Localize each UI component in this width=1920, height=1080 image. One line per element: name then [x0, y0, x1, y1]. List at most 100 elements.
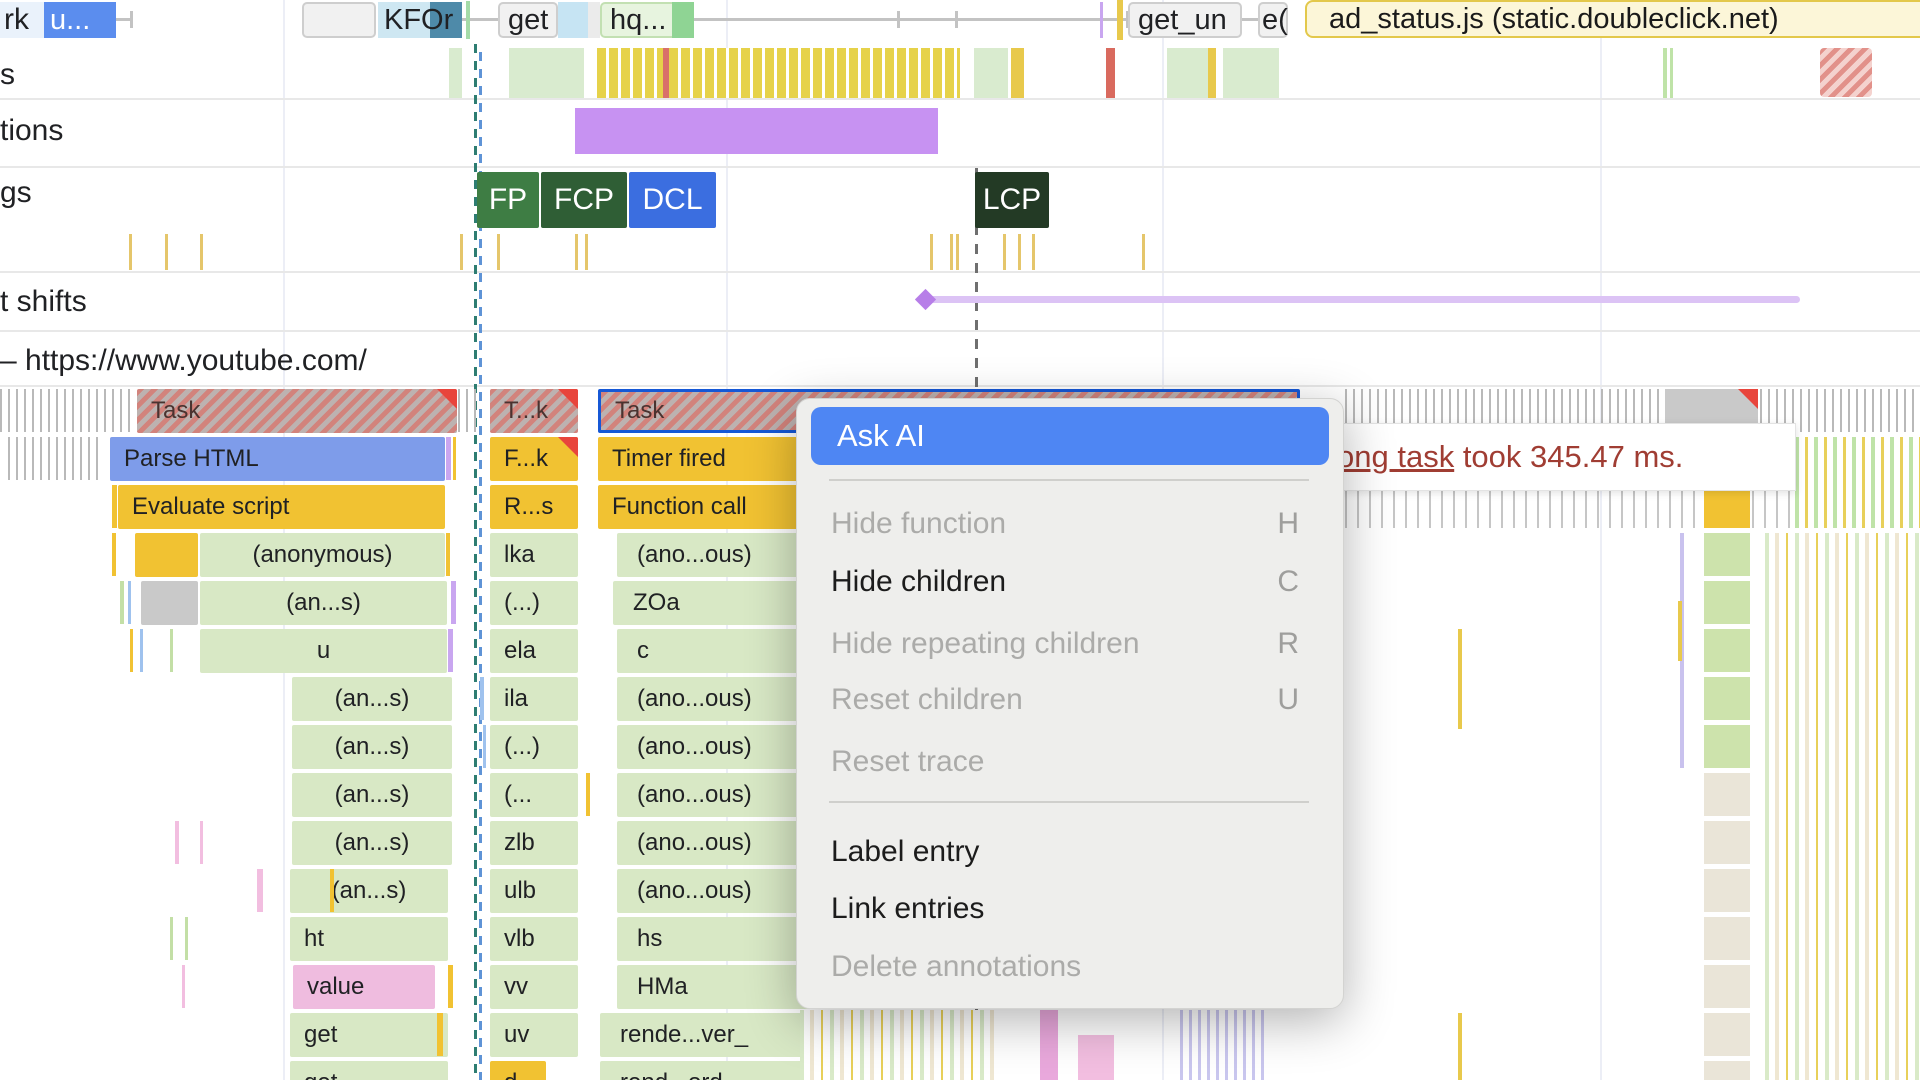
flame-entry[interactable] [135, 533, 198, 577]
activity-sliver [140, 629, 143, 672]
flame-entry[interactable]: u [200, 629, 447, 673]
flame-entry-label: u [317, 637, 330, 665]
activity-stripes [1765, 533, 1920, 1080]
network-request-hq[interactable]: hq... [600, 2, 672, 38]
track-separator [0, 166, 1920, 168]
network-request-selected[interactable]: u... [44, 2, 116, 38]
gridline [1600, 0, 1602, 1080]
flame-entry-label: (an...s) [335, 685, 410, 713]
flame-entry-label: (an...s) [335, 781, 410, 809]
menu-item-ask-ai[interactable]: Ask AI [811, 407, 1329, 465]
flame-entry-label: Function call [612, 493, 747, 521]
timing-marker-fcp[interactable]: FCP [541, 172, 627, 228]
network-request-label: e( [1262, 4, 1288, 37]
network-request-label: hq... [610, 4, 666, 37]
long-task-link[interactable]: ong task [1342, 439, 1454, 474]
activity-sliver [128, 581, 131, 624]
activity-sliver [483, 725, 486, 768]
activity-sliver [120, 581, 124, 624]
activity-stripes [1795, 437, 1920, 528]
flame-entry-label: F...k [504, 445, 548, 473]
track-label-interactions: tions [0, 114, 63, 148]
flame-entry[interactable]: rende...ver_ [600, 1013, 820, 1057]
flame-entry[interactable]: Parse HTML [110, 437, 445, 481]
flame-entry[interactable]: (an...s) [292, 725, 452, 769]
layout-shift-diamond[interactable] [915, 289, 936, 310]
flame-entry[interactable]: ela [490, 629, 578, 673]
activity-block [1704, 869, 1750, 912]
timing-tick [575, 234, 578, 270]
timing-marker-fp[interactable]: FP [477, 172, 539, 228]
timing-tick [1018, 234, 1021, 270]
network-request[interactable] [302, 2, 376, 38]
flame-entry[interactable]: (...) [490, 725, 578, 769]
activity-sliver [200, 821, 203, 864]
timing-tick [129, 234, 132, 270]
flame-entry[interactable]: ila [490, 677, 578, 721]
network-request-label: rk [4, 3, 29, 37]
flame-entry[interactable]: value [293, 965, 435, 1009]
menu-item-link-entries[interactable]: Link entries [797, 888, 1343, 930]
flame-entry-label: zlb [504, 829, 535, 857]
flame-entry[interactable]: rend...ord [600, 1061, 820, 1080]
flame-entry[interactable]: vv [490, 965, 578, 1009]
flame-entry[interactable]: Task [137, 389, 457, 433]
timing-tick [1032, 234, 1035, 270]
network-request-label: get [508, 4, 548, 37]
network-request-hq-body [672, 2, 694, 38]
flame-entry-label: uv [504, 1021, 529, 1049]
network-request-get-body [558, 2, 588, 38]
network-request-get-un[interactable]: get_un [1128, 2, 1242, 38]
timing-marker-lcp[interactable]: LCP [975, 172, 1049, 228]
flame-entry[interactable]: (an...s) [290, 869, 448, 913]
long-task-corner-icon [558, 437, 578, 457]
flame-entry[interactable]: get [290, 1013, 448, 1057]
flame-entry-label: rende...ver_ [620, 1021, 748, 1049]
flame-entry[interactable]: ht [290, 917, 448, 961]
activity-block [1704, 677, 1750, 720]
flame-entry[interactable]: R...s [490, 485, 578, 529]
timing-tick [585, 234, 588, 270]
flame-entry[interactable]: Evaluate script [118, 485, 445, 529]
flame-entry[interactable]: ulb [490, 869, 578, 913]
flame-entry[interactable]: lka [490, 533, 578, 577]
flame-entry[interactable]: vlb [490, 917, 578, 961]
menu-item-shortcut: R [1277, 627, 1299, 661]
flame-entry[interactable]: (an...s) [292, 677, 452, 721]
menu-item-label: Reset trace [831, 745, 984, 779]
flame-entry[interactable]: (...) [490, 581, 578, 625]
network-request-small[interactable]: e( [1258, 2, 1288, 38]
flame-entry[interactable]: (... [490, 773, 578, 817]
network-request-partial[interactable]: rk [0, 2, 46, 38]
menu-item-hide-children[interactable]: Hide childrenC [797, 561, 1343, 603]
network-request-get[interactable]: get [498, 2, 558, 38]
menu-separator [829, 801, 1309, 803]
flame-entry-label: vlb [504, 925, 535, 953]
flame-entry[interactable]: zlb [490, 821, 578, 865]
activity-block [1704, 917, 1750, 960]
flame-entry[interactable]: get [290, 1061, 448, 1080]
activity-sliver [112, 485, 117, 528]
interaction-bar[interactable] [575, 108, 938, 154]
flame-entry[interactable]: uv [490, 1013, 578, 1057]
flame-entry[interactable]: (an...s) [292, 773, 452, 817]
network-timeline-tick [955, 11, 958, 28]
network-whisker [1242, 18, 1258, 21]
timing-marker-dcl[interactable]: DCL [629, 172, 716, 228]
flame-entry[interactable] [141, 581, 198, 625]
flame-entry[interactable]: (an...s) [292, 821, 452, 865]
flame-entry[interactable]: d [490, 1061, 546, 1080]
menu-item-label-entry[interactable]: Label entry [797, 831, 1343, 873]
activity-block [1208, 48, 1216, 98]
activity-block [1704, 581, 1750, 624]
long-task-text: took 345.47 ms. [1454, 439, 1683, 474]
flame-entry[interactable]: F...k [490, 437, 578, 481]
activity-stripes [1345, 489, 1695, 528]
flame-entry[interactable]: (anonymous) [200, 533, 445, 577]
timing-tick [956, 234, 959, 270]
activity-stripes [8, 437, 103, 480]
activity-stripes [0, 389, 135, 432]
menu-item-delete-annotations: Delete annotations [797, 946, 1343, 988]
flame-entry[interactable]: (an...s) [200, 581, 447, 625]
flame-entry[interactable]: T...k [490, 389, 578, 433]
